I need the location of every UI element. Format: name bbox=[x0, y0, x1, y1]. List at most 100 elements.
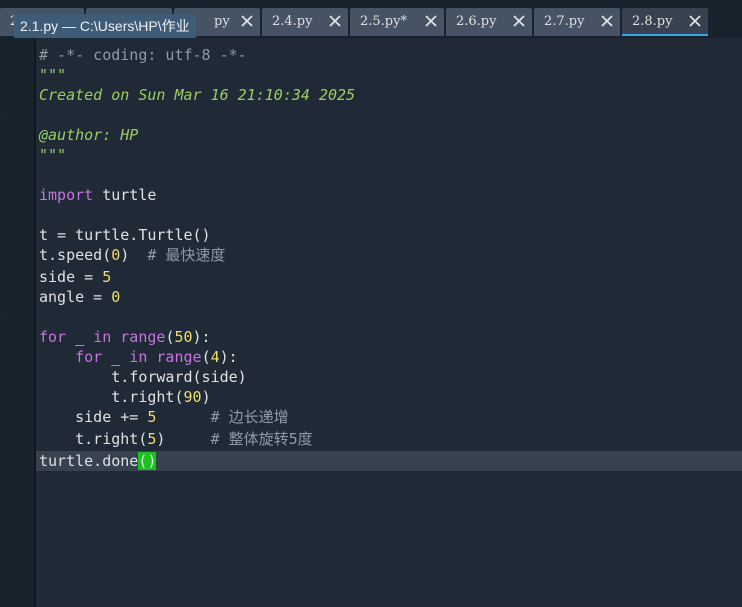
tab-label: 2.8.py bbox=[632, 14, 673, 29]
code-line: t.forward(side) bbox=[36, 367, 742, 387]
keyword: for bbox=[75, 348, 103, 366]
line-number-gutter: 1 2 3 4 5 6 7 8 9 0 1 2 3 4 5 6 7 8 9 0 … bbox=[0, 38, 34, 607]
code-text: t = turtle.Turtle() bbox=[39, 226, 211, 244]
tab-label: 2.7.py bbox=[544, 14, 585, 29]
code-line: t.speed(0) # 最快速度 bbox=[36, 245, 742, 265]
comment-text: # 边长递增 bbox=[210, 408, 289, 426]
line-number: 0 bbox=[0, 226, 5, 246]
number-literal: 0 bbox=[111, 246, 121, 264]
code-text: ) bbox=[201, 388, 211, 406]
number-literal: 4 bbox=[210, 348, 220, 366]
line-number: 3 bbox=[0, 286, 5, 306]
code-editor[interactable]: # -*- coding: utf-8 -*- """ Created on S… bbox=[36, 38, 742, 607]
tab-label: 2.5.py* bbox=[360, 14, 407, 29]
code-text: _ bbox=[102, 348, 130, 366]
line-number: 4 bbox=[0, 306, 5, 326]
tab-2-6-py[interactable]: 2.6.py bbox=[446, 8, 532, 36]
code-line: Created on Sun Mar 16 21:10:34 2025 bbox=[36, 85, 742, 105]
keyword: in bbox=[93, 328, 112, 346]
close-icon[interactable] bbox=[510, 12, 528, 30]
line-number: 8 bbox=[0, 186, 5, 206]
code-text: turtle.done bbox=[39, 452, 139, 470]
line-number: 5 bbox=[0, 126, 5, 146]
line-number: 1 bbox=[0, 46, 5, 66]
code-line: for _ in range(50): bbox=[36, 327, 742, 347]
builtin: range bbox=[120, 328, 166, 346]
docstring-text: """ bbox=[39, 146, 67, 164]
code-line: import turtle bbox=[36, 185, 742, 205]
keyword: import bbox=[39, 186, 94, 204]
close-icon[interactable] bbox=[422, 12, 440, 30]
close-icon[interactable] bbox=[326, 12, 344, 30]
code-text: side += bbox=[39, 408, 148, 426]
line-number-current: 1 bbox=[0, 451, 5, 471]
code-line: for _ in range(4): bbox=[36, 347, 742, 367]
code-line: t = turtle.Turtle() bbox=[36, 225, 742, 245]
code-line: t.right(5) # 整体旋转5度 bbox=[36, 429, 742, 449]
line-number: 5 bbox=[0, 326, 5, 346]
code-line: angle = 0 bbox=[36, 287, 742, 307]
line-number: 1 bbox=[0, 246, 5, 266]
line-number: 2 bbox=[0, 66, 5, 86]
docstring-text: @author: HP bbox=[39, 126, 139, 144]
code-text: ): bbox=[192, 328, 211, 346]
code-line: """ bbox=[36, 145, 742, 165]
tab-2-4-py[interactable]: 2.4.py bbox=[262, 8, 348, 36]
code-text: t.right( bbox=[39, 430, 148, 448]
tab-label: 2.4.py bbox=[272, 14, 313, 29]
matched-bracket: ) bbox=[147, 452, 157, 470]
line-number: 7 bbox=[0, 166, 5, 186]
code-line: @author: HP bbox=[36, 125, 742, 145]
line-number: 6 bbox=[0, 146, 5, 166]
code-text: ( bbox=[201, 348, 211, 366]
close-icon[interactable] bbox=[686, 12, 704, 30]
close-icon[interactable] bbox=[238, 12, 256, 30]
code-text: _ bbox=[66, 328, 94, 346]
line-number: 6 bbox=[0, 346, 5, 366]
line-number: 7 bbox=[0, 366, 5, 386]
number-literal: 0 bbox=[111, 288, 121, 306]
tab-label: 2.6.py bbox=[456, 14, 497, 29]
number-literal: 90 bbox=[183, 388, 202, 406]
comment-text: # 最快速度 bbox=[147, 246, 226, 264]
code-text: angle = bbox=[39, 288, 112, 306]
line-number: 2 bbox=[0, 266, 5, 286]
code-text: turtle bbox=[93, 186, 157, 204]
code-line: """ bbox=[36, 65, 742, 85]
code-text: ) bbox=[120, 246, 148, 264]
tab-label: py bbox=[214, 14, 230, 29]
number-literal: 5 bbox=[102, 268, 112, 286]
code-text: t.forward(side) bbox=[39, 368, 247, 386]
code-line: t.right(90) bbox=[36, 387, 742, 407]
tab-2-8-py[interactable]: 2.8.py bbox=[622, 8, 708, 36]
close-icon[interactable] bbox=[598, 12, 616, 30]
code-text: t.right( bbox=[39, 388, 184, 406]
line-number: 9 bbox=[0, 206, 5, 226]
code-line: side = 5 bbox=[36, 267, 742, 287]
code-text: side = bbox=[39, 268, 103, 286]
number-literal: 50 bbox=[174, 328, 193, 346]
line-number: 0 bbox=[0, 426, 5, 446]
docstring-text: """ bbox=[39, 66, 67, 84]
docstring-text: Created on Sun Mar 16 21:10:34 2025 bbox=[39, 86, 356, 104]
current-code-line: turtle.done() bbox=[36, 451, 742, 471]
builtin: range bbox=[156, 348, 202, 366]
code-text: t.speed( bbox=[39, 246, 112, 264]
tab-2-5-py[interactable]: 2.5.py* bbox=[350, 8, 444, 36]
file-path-tooltip: 2.1.py — C:\Users\HP\作业 bbox=[14, 14, 196, 38]
tab-2-7-py[interactable]: 2.7.py bbox=[534, 8, 620, 36]
code-line: side += 5 # 边长递增 bbox=[36, 407, 742, 427]
line-number: 8 bbox=[0, 386, 5, 406]
code-line: # -*- coding: utf-8 -*- bbox=[36, 45, 742, 65]
line-number: 4 bbox=[0, 106, 5, 126]
line-number: 3 bbox=[0, 86, 5, 106]
comment-text: # -*- coding: utf-8 -*- bbox=[39, 46, 247, 64]
line-number: 9 bbox=[0, 406, 5, 426]
keyword: in bbox=[129, 348, 148, 366]
code-text: ): bbox=[219, 348, 238, 366]
comment-text: # 整体旋转5度 bbox=[210, 430, 313, 448]
keyword: for bbox=[39, 328, 67, 346]
